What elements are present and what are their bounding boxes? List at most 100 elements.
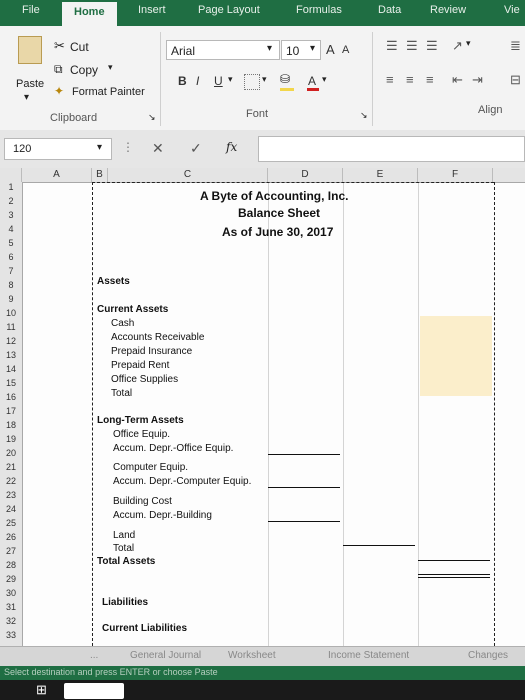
liabilities-heading[interactable]: Liabilities	[102, 597, 148, 608]
row-header[interactable]: 6	[0, 252, 22, 262]
decrease-indent-icon[interactable]: ⇤	[452, 72, 463, 88]
font-size-select[interactable]: 10 ▾	[281, 40, 321, 60]
sheet-tab-income-statement[interactable]: Income Statement	[328, 650, 409, 661]
fx-icon[interactable]: fx	[226, 140, 237, 154]
row-header[interactable]: 24	[0, 504, 22, 514]
prepaid-rent-label[interactable]: Prepaid Rent	[111, 360, 169, 371]
prepaid-insurance-label[interactable]: Prepaid Insurance	[111, 346, 192, 357]
increase-indent-icon[interactable]: ⇥	[472, 72, 483, 88]
tab-data[interactable]: Data	[378, 4, 401, 16]
accum-depr-computer-label[interactable]: Accum. Depr.-Computer Equip.	[113, 476, 251, 487]
row-header[interactable]: 26	[0, 532, 22, 542]
underline-button[interactable]: U	[214, 74, 223, 88]
column-header-e[interactable]: E	[343, 168, 418, 182]
sheet-tab-worksheet[interactable]: Worksheet	[228, 650, 276, 661]
office-supplies-label[interactable]: Office Supplies	[111, 374, 178, 385]
row-header[interactable]: 10	[0, 308, 22, 318]
cash-label[interactable]: Cash	[111, 318, 134, 329]
row-header[interactable]: 31	[0, 602, 22, 612]
tab-review[interactable]: Review	[430, 4, 466, 16]
font-color-button[interactable]: A	[308, 74, 316, 88]
scissors-icon[interactable]: ✂	[54, 38, 65, 54]
cancel-icon[interactable]: ✕	[152, 140, 164, 157]
align-top-icon[interactable]: ☰	[386, 38, 398, 54]
report-title-date[interactable]: As of June 30, 2017	[222, 225, 333, 239]
orientation-icon[interactable]: ↗	[452, 38, 463, 54]
row-header[interactable]: 23	[0, 490, 22, 500]
shrink-font-button[interactable]: A	[342, 44, 349, 56]
row-header[interactable]: 15	[0, 378, 22, 388]
tab-home[interactable]: Home	[62, 2, 117, 26]
fill-color-icon[interactable]: ⛁	[280, 72, 290, 86]
column-header-f[interactable]: F	[418, 168, 493, 182]
font-launcher-icon[interactable]: ↘	[360, 110, 368, 121]
row-header[interactable]: 7	[0, 266, 22, 276]
tab-formulas[interactable]: Formulas	[296, 4, 342, 16]
name-box[interactable]: 120 ▾	[4, 138, 112, 160]
row-header[interactable]: 18	[0, 420, 22, 430]
select-all-corner[interactable]	[0, 168, 22, 182]
row-header[interactable]: 32	[0, 616, 22, 626]
align-center-icon[interactable]: ≡	[406, 72, 414, 87]
tab-view[interactable]: Vie	[504, 4, 520, 16]
office-equip-label[interactable]: Office Equip.	[113, 429, 170, 440]
cut-button[interactable]: Cut	[70, 40, 89, 54]
row-header[interactable]: 1	[0, 182, 22, 192]
highlighted-range[interactable]	[420, 316, 492, 396]
column-header-d[interactable]: D	[268, 168, 343, 182]
row-header[interactable]: 33	[0, 630, 22, 640]
align-left-icon[interactable]: ≡	[386, 72, 394, 87]
format-painter-button[interactable]: Format Painter	[72, 86, 145, 98]
row-header[interactable]: 29	[0, 574, 22, 584]
row-header[interactable]: 14	[0, 364, 22, 374]
row-header[interactable]: 11	[0, 322, 22, 332]
row-header[interactable]: 12	[0, 336, 22, 346]
format-painter-icon[interactable]: ✦	[54, 84, 64, 98]
accum-depr-building-label[interactable]: Accum. Depr.-Building	[113, 510, 212, 521]
more-options-icon[interactable]: ⋮	[122, 140, 134, 154]
row-header[interactable]: 27	[0, 546, 22, 556]
row-header[interactable]: 3	[0, 210, 22, 220]
land-label[interactable]: Land	[113, 530, 135, 541]
windows-start-icon[interactable]: ⊞	[36, 682, 47, 698]
row-header[interactable]: 13	[0, 350, 22, 360]
row-header[interactable]: 19	[0, 434, 22, 444]
accounts-receivable-label[interactable]: Accounts Receivable	[111, 332, 204, 343]
merge-center-icon[interactable]: ⊟	[510, 72, 521, 88]
sheet-tab-changes[interactable]: Changes	[468, 650, 508, 661]
align-middle-icon[interactable]: ☰	[406, 38, 418, 54]
italic-button[interactable]: I	[196, 74, 199, 88]
grow-font-button[interactable]: A	[326, 42, 335, 57]
formula-input[interactable]	[258, 136, 525, 162]
tab-insert[interactable]: Insert	[138, 4, 166, 16]
report-title-company[interactable]: A Byte of Accounting, Inc.	[200, 189, 348, 203]
column-header-a[interactable]: A	[22, 168, 92, 182]
copy-dropdown-icon[interactable]: ▾	[108, 62, 113, 73]
paste-dropdown-icon[interactable]: ▾	[24, 92, 29, 103]
total-long-term-label[interactable]: Total	[113, 543, 134, 554]
row-header[interactable]: 2	[0, 196, 22, 206]
tab-page-layout[interactable]: Page Layout	[198, 4, 260, 16]
align-right-icon[interactable]: ≡	[426, 72, 434, 87]
font-name-select[interactable]: Arial ▾	[166, 40, 280, 60]
underline-dropdown-icon[interactable]: ▾	[228, 74, 233, 85]
row-header[interactable]: 4	[0, 224, 22, 234]
wrap-text-icon[interactable]: ≣	[510, 38, 521, 54]
total-current-label[interactable]: Total	[111, 388, 132, 399]
row-header[interactable]: 9	[0, 294, 22, 304]
row-header[interactable]: 8	[0, 280, 22, 290]
row-header[interactable]: 5	[0, 238, 22, 248]
total-assets-label[interactable]: Total Assets	[97, 556, 155, 567]
report-title-statement[interactable]: Balance Sheet	[238, 206, 320, 220]
bold-button[interactable]: B	[178, 74, 187, 88]
search-box[interactable]	[64, 683, 124, 699]
row-header[interactable]: 20	[0, 448, 22, 458]
row-header[interactable]: 21	[0, 462, 22, 472]
row-header[interactable]: 25	[0, 518, 22, 528]
enter-icon[interactable]: ✓	[190, 140, 202, 157]
clipboard-launcher-icon[interactable]: ↘	[148, 112, 156, 123]
current-assets-heading[interactable]: Current Assets	[97, 304, 168, 315]
paste-button[interactable]: Paste	[16, 78, 44, 90]
row-header[interactable]: 28	[0, 560, 22, 570]
orientation-dropdown-icon[interactable]: ▾	[466, 38, 471, 49]
